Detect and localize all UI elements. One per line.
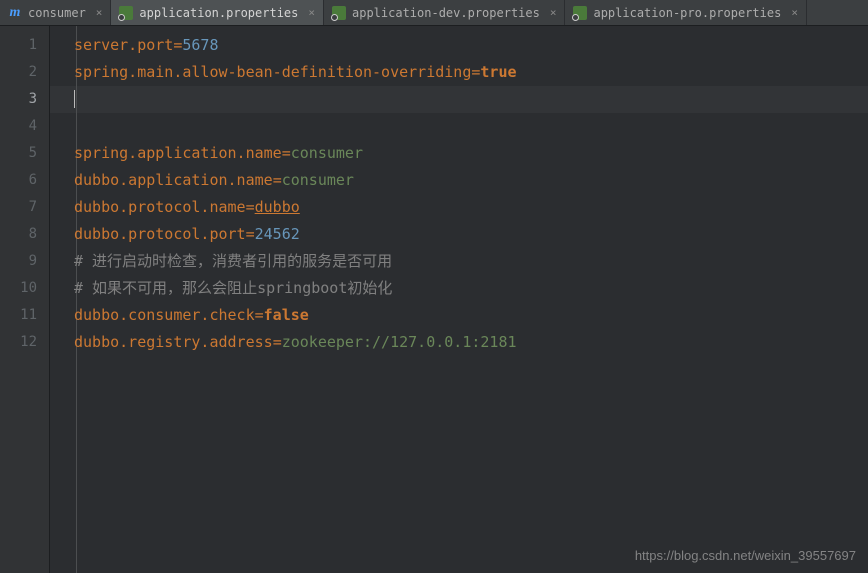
current-line-highlight xyxy=(50,86,868,113)
line-number: 5 xyxy=(0,140,49,167)
line-number: 11 xyxy=(0,302,49,329)
line-number: 12 xyxy=(0,329,49,356)
code-line: dubbo.consumer.check=false xyxy=(74,302,868,329)
tab-label: application-pro.properties xyxy=(593,6,781,20)
gutter-divider xyxy=(76,26,77,573)
tab-application-properties[interactable]: application.properties × xyxy=(111,0,324,25)
code-line: spring.main.allow-bean-definition-overri… xyxy=(74,59,868,86)
code-content[interactable]: server.port=5678 spring.main.allow-bean-… xyxy=(50,26,868,573)
line-number: 10 xyxy=(0,275,49,302)
watermark-text: https://blog.csdn.net/weixin_39557697 xyxy=(635,548,856,563)
code-line: dubbo.application.name=consumer xyxy=(74,167,868,194)
line-number: 4 xyxy=(0,113,49,140)
line-number: 9 xyxy=(0,248,49,275)
line-number: 2 xyxy=(0,59,49,86)
tab-label: application.properties xyxy=(139,6,298,20)
line-number: 1 xyxy=(0,32,49,59)
line-number: 8 xyxy=(0,221,49,248)
close-icon[interactable]: × xyxy=(550,6,557,19)
code-line: server.port=5678 xyxy=(74,32,868,59)
tab-bar: m consumer × application.properties × ap… xyxy=(0,0,868,26)
text-cursor xyxy=(74,90,75,108)
code-line xyxy=(74,113,868,140)
code-line: dubbo.protocol.name=dubbo xyxy=(74,194,868,221)
tab-label: consumer xyxy=(28,6,86,20)
tab-application-pro[interactable]: application-pro.properties × xyxy=(565,0,806,25)
editor-area[interactable]: 1 2 3 4 5 6 7 8 9 10 11 12 server.port=5… xyxy=(0,26,868,573)
code-line: spring.application.name=consumer xyxy=(74,140,868,167)
code-line: # 如果不可用，那么会阻止springboot初始化 xyxy=(74,275,868,302)
properties-icon xyxy=(573,6,587,20)
close-icon[interactable]: × xyxy=(308,6,315,19)
code-line: dubbo.registry.address=zookeeper://127.0… xyxy=(74,329,868,356)
line-number: 6 xyxy=(0,167,49,194)
tab-label: application-dev.properties xyxy=(352,6,540,20)
tab-consumer[interactable]: m consumer × xyxy=(0,0,111,25)
line-number: 3 xyxy=(0,86,49,113)
close-icon[interactable]: × xyxy=(791,6,798,19)
tab-application-dev[interactable]: application-dev.properties × xyxy=(324,0,565,25)
close-icon[interactable]: × xyxy=(96,6,103,19)
properties-icon xyxy=(119,6,133,20)
line-number: 7 xyxy=(0,194,49,221)
code-line: # 进行启动时检查，消费者引用的服务是否可用 xyxy=(74,248,868,275)
properties-icon xyxy=(332,6,346,20)
line-gutter: 1 2 3 4 5 6 7 8 9 10 11 12 xyxy=(0,26,50,573)
code-line: dubbo.protocol.port=24562 xyxy=(74,221,868,248)
maven-icon: m xyxy=(8,6,22,20)
